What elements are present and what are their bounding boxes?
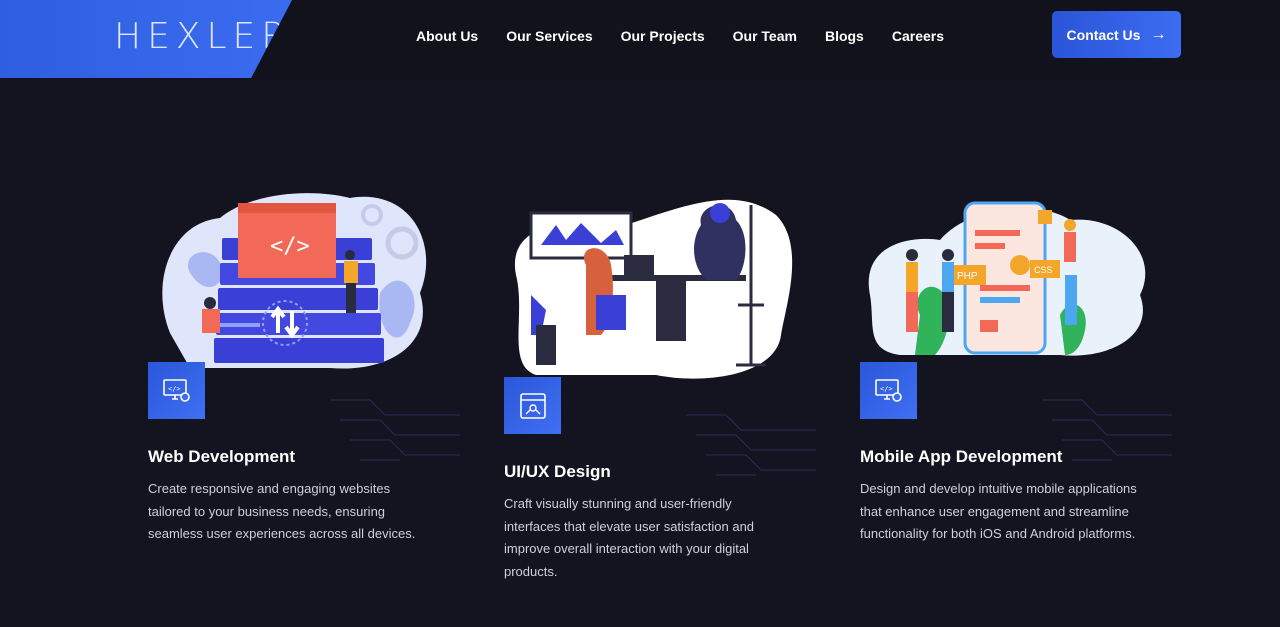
web-development-illustration: </> — [162, 193, 427, 369]
monitor-code-gear-icon: </> — [874, 378, 902, 402]
monitor-code-gear-icon: </> — [162, 378, 190, 402]
service-card-mobile-app-development[interactable]: PHP CSS </> Mobile App Development Desig… — [832, 175, 1172, 615]
service-icon-box: </> — [860, 362, 917, 419]
nav-blogs[interactable]: Blogs — [825, 28, 864, 44]
circuit-decoration — [330, 399, 460, 461]
card-title: UI/UX Design — [504, 462, 611, 481]
card-description: Craft visually stunning and user-friendl… — [504, 496, 755, 579]
design-layout-icon — [519, 392, 546, 419]
svg-text:CSS: CSS — [1034, 265, 1053, 275]
card-description: Design and develop intuitive mobile appl… — [860, 481, 1137, 541]
svg-text:PHP: PHP — [957, 271, 978, 282]
svg-text:</>: </> — [270, 234, 310, 259]
main-nav: About Us Our Services Our Projects Our T… — [416, 28, 944, 44]
mobile-app-development-illustration: PHP CSS — [868, 201, 1146, 356]
service-icon-box — [504, 377, 561, 434]
nav-about-us[interactable]: About Us — [416, 28, 478, 44]
card-description: Create responsive and engaging websites … — [148, 481, 416, 541]
ui-ux-design-illustration — [514, 199, 793, 379]
nav-our-team[interactable]: Our Team — [733, 28, 797, 44]
service-card-web-development[interactable]: </> </> Web Development Create responsiv… — [120, 175, 460, 595]
circuit-decoration — [686, 414, 816, 476]
card-title: Mobile App Development — [860, 447, 1063, 466]
nav-careers[interactable]: Careers — [892, 28, 944, 44]
card-title: Web Development — [148, 447, 296, 466]
nav-our-services[interactable]: Our Services — [506, 28, 592, 44]
arrow-right-icon: → — [1150, 25, 1167, 43]
contact-us-button[interactable]: Contact Us → — [1052, 11, 1181, 58]
logo-banner[interactable]: HEXLER — [0, 0, 292, 78]
logo[interactable]: HEXLER — [114, 16, 292, 57]
service-icon-box: </> — [148, 362, 205, 419]
svg-text:</>: </> — [168, 385, 181, 393]
contact-us-label: Contact Us — [1066, 26, 1141, 43]
nav-our-projects[interactable]: Our Projects — [621, 28, 705, 44]
svg-text:</>: </> — [880, 385, 893, 393]
service-card-ui-ux-design[interactable]: UI/UX Design Craft visually stunning and… — [476, 175, 816, 615]
site-header: HEXLER About Us Our Services Our Project… — [0, 0, 1280, 78]
